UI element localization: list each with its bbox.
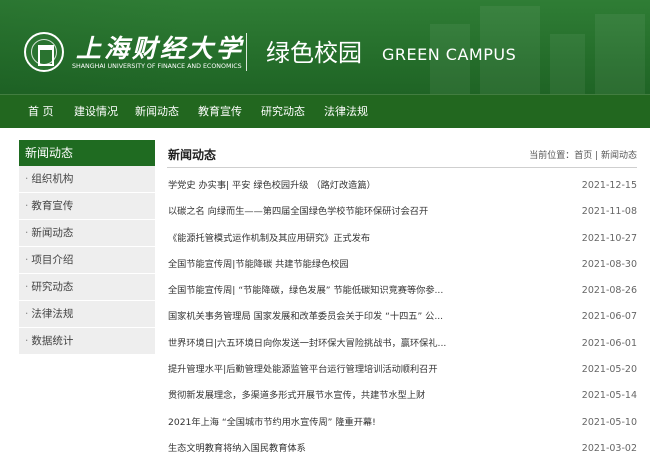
news-item[interactable]: 《能源托管模式运作机制及其应用研究》正式发布 2021-10-27 — [167, 232, 637, 258]
nav-laws[interactable]: 法律法规 — [324, 95, 368, 129]
site-title-cn: 绿色校园 — [266, 39, 362, 67]
news-item[interactable]: 生态文明教育将纳入国民教育体系 2021-03-02 — [167, 442, 637, 468]
news-item[interactable]: 贯彻新发展理念，多渠道多形式开展节水宣传，共建节水型上财 2021-05-14 — [167, 389, 637, 415]
news-date: 2021-10-27 — [581, 232, 637, 244]
banner-building-silhouette — [550, 34, 585, 94]
nav-research[interactable]: 研究动态 — [261, 95, 305, 129]
news-date: 2021-05-14 — [581, 390, 637, 402]
news-list: 学党史 办实事| 平安 绿色校园升级 （路灯改造篇） 2021-12-15 以碳之… — [167, 179, 637, 468]
news-title[interactable]: 世界环境日|六五环境日向你发送一封环保大冒险挑战书，赢环保礼... — [168, 337, 458, 351]
news-date: 2021-08-30 — [581, 258, 637, 270]
news-title[interactable]: 生态文明教育将纳入国民教育体系 — [168, 442, 458, 456]
sidebar-item-projects[interactable]: · 项目介绍 — [19, 247, 155, 274]
content-header: 新闻动态 当前位置：首页 | 新闻动态 — [167, 140, 637, 168]
main-content: 新闻动态 当前位置：首页 | 新闻动态 学党史 办实事| 平安 绿色校园升级 （… — [167, 140, 637, 454]
news-item[interactable]: 以碳之名 向绿而生——第四届全国绿色学校节能环保研讨会召开 2021-11-08 — [167, 205, 637, 231]
nav-construction[interactable]: 建设情况 — [74, 95, 118, 129]
news-date: 2021-06-07 — [581, 311, 637, 323]
news-item[interactable]: 学党史 办实事| 平安 绿色校园升级 （路灯改造篇） 2021-12-15 — [167, 179, 637, 205]
news-date: 2021-11-08 — [581, 206, 637, 218]
sidebar-item-education[interactable]: · 教育宣传 — [19, 193, 155, 220]
main-nav: 首 页 建设情况 新闻动态 教育宣传 研究动态 法律法规 — [0, 94, 650, 128]
site-banner: 上海财经大学 SHANGHAI UNIVERSITY OF FINANCE AN… — [0, 0, 650, 94]
news-date: 2021-03-02 — [581, 442, 637, 454]
sidebar-item-news[interactable]: · 新闻动态 — [19, 220, 155, 247]
news-date: 2021-06-01 — [581, 337, 637, 349]
sidebar-item-label: 组织机构 — [31, 173, 74, 185]
news-title[interactable]: 《能源托管模式运作机制及其应用研究》正式发布 — [168, 232, 458, 246]
news-date: 2021-12-15 — [581, 180, 637, 191]
news-title[interactable]: 全国节能宣传周| “节能降碳，绿色发展” 节能低碳知识竞赛等你参... — [168, 284, 458, 298]
news-date: 2021-05-20 — [581, 364, 637, 376]
news-item[interactable]: 全国节能宣传周|节能降碳 共建节能绿色校园 2021-08-30 — [167, 258, 637, 284]
news-title[interactable]: 全国节能宣传周|节能降碳 共建节能绿色校园 — [168, 258, 458, 272]
news-title[interactable]: 2021年上海 “全国城市节约用水宣传周” 隆重开幕! — [168, 416, 458, 430]
news-title[interactable]: 以碳之名 向绿而生——第四届全国绿色学校节能环保研讨会召开 — [168, 205, 458, 219]
nav-home[interactable]: 首 页 — [28, 95, 54, 129]
news-item[interactable]: 国家机关事务管理局 国家发展和改革委员会关于印发 “十四五” 公... 2021-… — [167, 310, 637, 336]
sidebar-item-label: 教育宣传 — [31, 200, 74, 212]
news-item[interactable]: 2021年上海 “全国城市节约用水宣传周” 隆重开幕! 2021-05-10 — [167, 416, 637, 442]
news-title[interactable]: 贯彻新发展理念，多渠道多形式开展节水宣传，共建节水型上财 — [168, 389, 458, 403]
page-title: 新闻动态 — [168, 148, 217, 162]
bullet-icon: · — [25, 308, 29, 320]
sidebar: 新闻动态 · 组织机构 · 教育宣传 · 新闻动态 · 项目介绍 · 研究动态 · 法律法规… — [19, 140, 155, 355]
sidebar-item-organization[interactable]: · 组织机构 — [19, 166, 155, 193]
sidebar-item-label: 新闻动态 — [31, 227, 74, 239]
university-seal-logo[interactable] — [24, 32, 64, 72]
sidebar-title: 新闻动态 — [19, 140, 155, 166]
university-name-en: SHANGHAI UNIVERSITY OF FINANCE AND ECONO… — [72, 63, 242, 70]
bullet-icon: · — [25, 227, 29, 239]
news-item[interactable]: 世界环境日|六五环境日向你发送一封环保大冒险挑战书，赢环保礼... 2021-06… — [167, 337, 637, 363]
news-title[interactable]: 提升管理水平|后勤管理处能源监管平台运行管理培训活动顺利召开 — [168, 363, 458, 377]
university-name-cn: 上海财经大学 — [76, 34, 245, 63]
sidebar-item-label: 法律法规 — [31, 308, 74, 320]
bullet-icon: · — [25, 335, 29, 347]
bullet-icon: · — [25, 281, 29, 293]
bullet-icon: · — [25, 173, 29, 185]
news-date: 2021-08-26 — [581, 285, 637, 297]
news-title[interactable]: 国家机关事务管理局 国家发展和改革委员会关于印发 “十四五” 公... — [168, 310, 458, 324]
sidebar-item-label: 项目介绍 — [31, 254, 74, 266]
news-item[interactable]: 全国节能宣传周| “节能降碳，绿色发展” 节能低碳知识竞赛等你参... 2021-… — [167, 284, 637, 310]
sidebar-item-label: 研究动态 — [31, 281, 74, 293]
breadcrumb: 当前位置：首页 | 新闻动态 — [529, 151, 637, 161]
news-title[interactable]: 学党史 办实事| 平安 绿色校园升级 （路灯改造篇） — [168, 179, 458, 193]
bullet-icon: · — [25, 200, 29, 212]
news-item[interactable]: 提升管理水平|后勤管理处能源监管平台运行管理培训活动顺利召开 2021-05-20 — [167, 363, 637, 389]
site-title-en: GREEN CAMPUS — [382, 45, 517, 64]
sidebar-item-laws[interactable]: · 法律法规 — [19, 301, 155, 328]
sidebar-item-statistics[interactable]: · 数据统计 — [19, 328, 155, 355]
bullet-icon: · — [25, 254, 29, 266]
nav-education[interactable]: 教育宣传 — [198, 95, 242, 129]
nav-news[interactable]: 新闻动态 — [135, 95, 179, 129]
banner-building-silhouette — [595, 14, 645, 94]
news-date: 2021-05-10 — [581, 416, 637, 428]
sidebar-item-label: 数据统计 — [31, 335, 74, 347]
sidebar-item-research[interactable]: · 研究动态 — [19, 274, 155, 301]
header-divider — [246, 33, 247, 71]
